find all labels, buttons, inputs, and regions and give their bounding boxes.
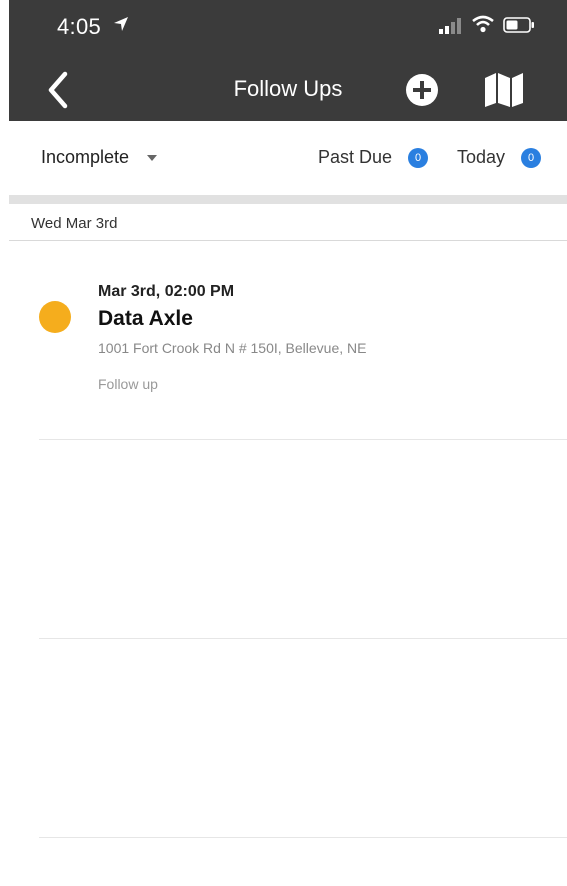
signal-icon xyxy=(439,18,461,34)
section-divider xyxy=(9,195,567,204)
today-filter[interactable]: Today 0 xyxy=(457,147,542,168)
header: 4:05 Follow Ups xyxy=(9,0,567,121)
add-circle-icon[interactable] xyxy=(405,73,439,107)
follow-up-company-name: Data Axle xyxy=(98,307,193,330)
list-row-divider xyxy=(39,439,567,440)
status-filter-label: Incomplete xyxy=(41,147,130,167)
list-row-divider xyxy=(39,837,567,838)
follow-up-time: Mar 3rd, 02:00 PM xyxy=(98,283,235,300)
filter-bar: Incomplete Past Due 0 Today 0 xyxy=(9,121,567,193)
status-filter-dropdown[interactable]: Incomplete xyxy=(41,147,158,168)
map-icon[interactable] xyxy=(483,72,525,108)
wifi-icon xyxy=(472,15,494,33)
battery-icon xyxy=(503,17,534,33)
follow-up-item[interactable]: Mar 3rd, 02:00 PM Data Axle 1001 Fort Cr… xyxy=(9,241,567,439)
follow-up-type: Follow up xyxy=(98,376,158,392)
back-chevron-icon[interactable] xyxy=(43,70,73,110)
today-label: Today xyxy=(457,147,506,167)
status-dot xyxy=(39,301,71,333)
status-time: 4:05 xyxy=(57,14,102,39)
caret-down-icon xyxy=(147,154,158,161)
follow-up-address: 1001 Fort Crook Rd N # 150I, Bellevue, N… xyxy=(98,340,367,356)
past-due-count-badge: 0 xyxy=(408,147,429,168)
past-due-filter[interactable]: Past Due 0 xyxy=(318,147,429,168)
location-arrow-icon xyxy=(114,17,128,31)
section-date-header: Wed Mar 3rd xyxy=(31,215,118,232)
past-due-label: Past Due xyxy=(318,147,393,167)
today-count-badge: 0 xyxy=(521,147,542,168)
list-row-divider xyxy=(39,638,567,639)
app-frame: 4:05 Follow Ups Incomplete Past Due 0 To… xyxy=(9,0,567,886)
